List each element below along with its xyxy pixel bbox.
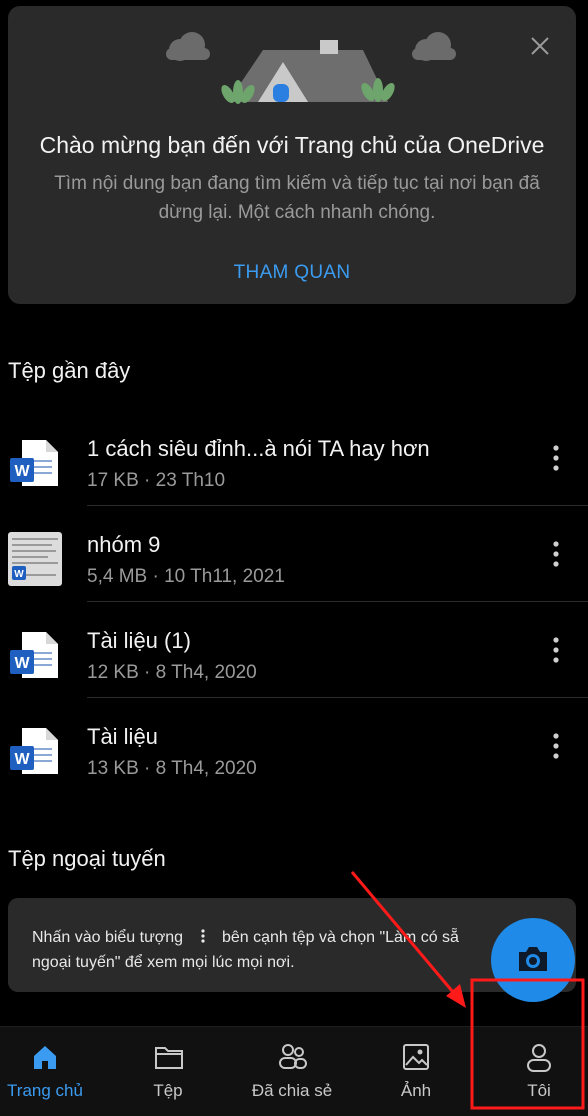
offline-hint-part1: Nhấn vào biểu tượng — [32, 929, 184, 946]
svg-text:W: W — [14, 751, 30, 768]
welcome-card: Chào mừng bạn đến với Trang chủ của OneD… — [8, 6, 576, 304]
file-row[interactable]: W 1 cách siêu đỉnh...à nói TA hay hơn 17… — [0, 410, 588, 506]
svg-text:W: W — [14, 655, 30, 672]
more-options-icon — [200, 929, 205, 943]
nav-label: Trang chủ — [7, 1081, 83, 1100]
more-options-icon[interactable] — [544, 442, 568, 474]
people-icon — [279, 1044, 307, 1069]
file-row[interactable]: W Tài liệu (1) 12 KB · 8 Th4, 2020 — [0, 602, 588, 698]
more-options-icon[interactable] — [544, 538, 568, 570]
file-row[interactable]: W nhóm 9 5,4 MB · 10 Th11, 2021 — [0, 506, 588, 602]
file-row[interactable]: W Tài liệu 13 KB · 8 Th4, 2020 — [0, 698, 588, 794]
offline-hint-text: Nhấn vào biểu tượng bên cạnh tệp và chọn… — [32, 925, 542, 975]
more-options-icon[interactable] — [544, 730, 568, 762]
nav-item-photos[interactable]: Ảnh — [366, 1027, 466, 1116]
nav-item-me[interactable]: Tôi — [489, 1027, 588, 1116]
svg-text:W: W — [14, 463, 30, 480]
file-meta: 5,4 MB · 10 Th11, 2021 — [87, 566, 285, 587]
person-icon — [527, 1044, 551, 1072]
nav-item-shared[interactable]: Đã chia sẻ — [242, 1027, 342, 1116]
more-options-icon[interactable] — [544, 634, 568, 666]
camera-icon — [519, 947, 547, 971]
word-doc-icon: W — [10, 728, 58, 774]
welcome-description: Tìm nội dung bạn đang tìm kiếm và tiếp t… — [54, 173, 540, 223]
offline-files-heading: Tệp ngoại tuyến — [8, 846, 166, 871]
home-icon — [34, 1046, 56, 1069]
nav-item-files[interactable]: Tệp — [118, 1027, 218, 1116]
file-meta: 12 KB · 8 Th4, 2020 — [87, 662, 257, 683]
file-name: 1 cách siêu đỉnh...à nói TA hay hơn — [87, 436, 430, 461]
nav-label: Tôi — [527, 1081, 551, 1100]
nav-item-home[interactable]: Trang chủ — [0, 1027, 95, 1116]
close-icon[interactable] — [528, 34, 552, 58]
file-meta: 13 KB · 8 Th4, 2020 — [87, 758, 257, 779]
bottom-navigation: Trang chủ Tệp Đã chia sẻ Ảnh Tôi — [0, 1026, 588, 1116]
offline-hint-part2: bên cạnh tệp và chọn "Làm có sẵ — [221, 929, 459, 946]
word-doc-thumbnail: W — [8, 532, 62, 586]
nav-label: Ảnh — [400, 1081, 432, 1100]
tour-button[interactable]: THAM QUAN — [8, 262, 576, 284]
house-illustration — [166, 32, 456, 104]
offline-hint-line2: ngoại tuyến" để xem mọi lúc mọi nơi. — [32, 954, 295, 971]
folder-icon — [155, 1047, 183, 1069]
offline-hint-card: Nhấn vào biểu tượng bên cạnh tệp và chọn… — [8, 898, 576, 992]
word-doc-icon: W — [10, 632, 58, 678]
recent-files-heading: Tệp gần đây — [8, 358, 131, 383]
nav-label: Tệp — [153, 1081, 183, 1100]
file-name: nhóm 9 — [87, 532, 161, 557]
nav-label: Đã chia sẻ — [251, 1081, 333, 1100]
file-name: Tài liệu — [87, 724, 158, 749]
photo-icon — [403, 1044, 429, 1070]
file-meta: 17 KB · 23 Th10 — [87, 470, 226, 491]
file-name: Tài liệu (1) — [87, 628, 191, 653]
svg-text:W: W — [14, 569, 24, 580]
welcome-title: Chào mừng bạn đến với Trang chủ của OneD… — [39, 132, 545, 158]
word-doc-icon: W — [10, 440, 58, 486]
camera-fab-button[interactable] — [491, 918, 575, 1002]
